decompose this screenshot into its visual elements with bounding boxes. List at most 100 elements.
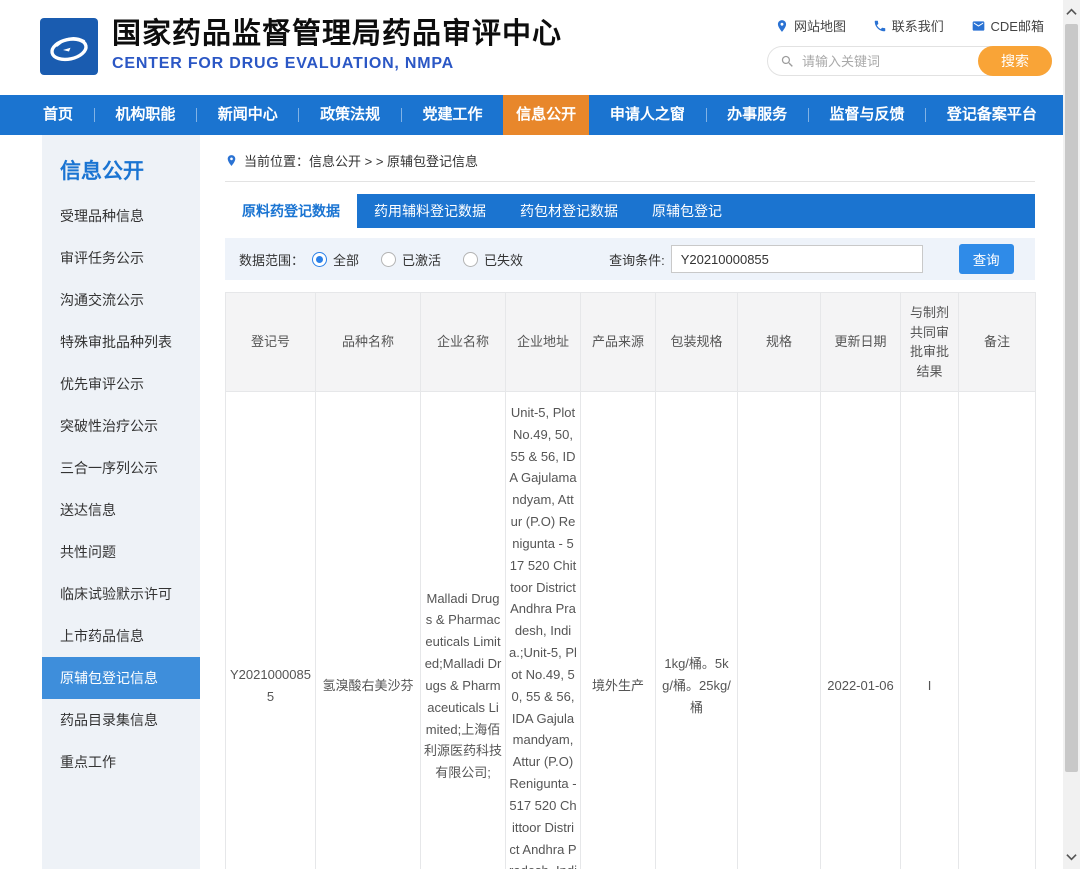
tab-excipient-registration[interactable]: 药用辅料登记数据 — [357, 194, 503, 228]
radio-activated[interactable] — [381, 252, 396, 267]
nav-separator — [706, 108, 707, 122]
nav-item-policy[interactable]: 政策法规 — [307, 95, 393, 135]
scroll-down-button[interactable] — [1063, 847, 1080, 867]
sidebar-item-clinical-trial-license[interactable]: 临床试验默示许可 — [42, 573, 200, 615]
cell-packaging-spec: 1kg/桶。5kg/桶。25kg/桶 — [656, 392, 738, 869]
search-button[interactable]: 搜索 — [978, 46, 1052, 76]
col-joint-review-result: 与制剂共同审批审批结果 — [901, 293, 959, 392]
nav-separator — [298, 108, 299, 122]
nav-item-home[interactable]: 首页 — [30, 95, 86, 135]
table-header-row: 登记号 品种名称 企业名称 企业地址 产品来源 包装规格 规格 更新日期 与制剂… — [226, 293, 1036, 392]
map-pin-icon — [775, 19, 789, 33]
radio-expired[interactable] — [463, 252, 478, 267]
cell-spec — [738, 392, 821, 869]
data-tabs: 原料药登记数据 药用辅料登记数据 药包材登记数据 原辅包登记 — [225, 194, 1035, 228]
nav-separator — [196, 108, 197, 122]
page: 国家药品监督管理局药品审评中心 CENTER FOR DRUG EVALUATI… — [0, 0, 1080, 869]
nav-separator — [94, 108, 95, 122]
sidebar-item-marketed-drugs[interactable]: 上市药品信息 — [42, 615, 200, 657]
sidebar-title: 信息公开 — [42, 155, 200, 195]
breadcrumb-text: 当前位置：信息公开 > > 原辅包登记信息 — [244, 151, 478, 170]
tab-raw-aux-pack[interactable]: 原辅包登记 — [635, 194, 739, 228]
chevron-up-icon — [1066, 8, 1077, 16]
scrollbar-thumb[interactable] — [1065, 24, 1078, 772]
sidebar-item-priority-review[interactable]: 优先审评公示 — [42, 363, 200, 405]
cell-company-address: Unit-5, Plot No.49, 50, 55 & 56, IDA Gaj… — [506, 392, 581, 869]
nav-item-functions[interactable]: 机构职能 — [102, 95, 188, 135]
results-table: 登记号 品种名称 企业名称 企业地址 产品来源 包装规格 规格 更新日期 与制剂… — [225, 292, 1036, 869]
sidebar-item-three-in-one[interactable]: 三合一序列公示 — [42, 447, 200, 489]
query-bar: 数据范围： 全部 已激活 已失效 查询条件: 查询 — [225, 238, 1035, 280]
scroll-up-button[interactable] — [1063, 2, 1080, 22]
breadcrumb: 当前位置：信息公开 > > 原辅包登记信息 — [225, 151, 1035, 182]
sidebar-item-common-issues[interactable]: 共性问题 — [42, 531, 200, 573]
col-update-date: 更新日期 — [821, 293, 901, 392]
tab-api-registration[interactable]: 原料药登记数据 — [225, 194, 357, 228]
sidebar-item-delivery-info[interactable]: 送达信息 — [42, 489, 200, 531]
cell-product-source: 境外生产 — [581, 392, 656, 869]
nav-item-services[interactable]: 办事服务 — [714, 95, 800, 135]
cell-joint-review-result: I — [901, 392, 959, 869]
nav-item-applicant[interactable]: 申请人之窗 — [597, 95, 698, 135]
sitemap-link[interactable]: 网站地图 — [775, 16, 846, 35]
cde-mail-link[interactable]: CDE邮箱 — [971, 16, 1044, 35]
nav-item-party[interactable]: 党建工作 — [409, 95, 495, 135]
sidebar-item-accepted-varieties[interactable]: 受理品种信息 — [42, 195, 200, 237]
sidebar: 信息公开 受理品种信息 审评任务公示 沟通交流公示 特殊审批品种列表 优先审评公… — [42, 135, 200, 869]
radio-all-label[interactable]: 全部 — [333, 250, 359, 269]
brand-text: 国家药品监督管理局药品审评中心 CENTER FOR DRUG EVALUATI… — [112, 18, 562, 73]
condition-label: 查询条件: — [609, 250, 665, 269]
nav-item-info-disclosure[interactable]: 信息公开 — [503, 95, 589, 135]
radio-activated-label[interactable]: 已激活 — [402, 250, 441, 269]
sidebar-item-raw-material-registration[interactable]: 原辅包登记信息 — [42, 657, 200, 699]
col-packaging-spec: 包装规格 — [656, 293, 738, 392]
scope-label: 数据范围： — [239, 250, 304, 269]
sidebar-item-key-work[interactable]: 重点工作 — [42, 741, 200, 783]
radio-expired-label[interactable]: 已失效 — [484, 250, 523, 269]
tab-packaging-registration[interactable]: 药包材登记数据 — [503, 194, 635, 228]
condition-input[interactable] — [671, 245, 923, 273]
header-right: 网站地图 联系我们 CDE邮箱 搜索 — [767, 16, 1052, 76]
nav-separator — [808, 108, 809, 122]
main-area: 信息公开 受理品种信息 审评任务公示 沟通交流公示 特殊审批品种列表 优先审评公… — [0, 135, 1080, 869]
cell-remarks — [959, 392, 1036, 869]
site-search: 搜索 — [767, 46, 1052, 76]
contact-link[interactable]: 联系我们 — [873, 16, 944, 35]
nav-item-supervision[interactable]: 监督与反馈 — [817, 95, 918, 135]
col-spec: 规格 — [738, 293, 821, 392]
sidebar-item-drug-catalog[interactable]: 药品目录集信息 — [42, 699, 200, 741]
radio-all[interactable] — [312, 252, 327, 267]
col-variety-name: 品种名称 — [316, 293, 421, 392]
nav-separator — [925, 108, 926, 122]
col-company-address: 企业地址 — [506, 293, 581, 392]
chevron-down-icon — [1066, 853, 1077, 861]
sidebar-item-breakthrough-therapy[interactable]: 突破性治疗公示 — [42, 405, 200, 447]
mail-icon — [971, 19, 986, 33]
search-input[interactable] — [802, 54, 952, 69]
nav-separator — [401, 108, 402, 122]
sidebar-item-special-approval[interactable]: 特殊审批品种列表 — [42, 321, 200, 363]
query-button[interactable]: 查询 — [959, 244, 1014, 274]
brand: 国家药品监督管理局药品审评中心 CENTER FOR DRUG EVALUATI… — [40, 18, 562, 75]
cde-mail-label: CDE邮箱 — [991, 16, 1044, 35]
col-company-name: 企业名称 — [421, 293, 506, 392]
cell-update-date: 2022-01-06 — [821, 392, 901, 869]
sidebar-item-communication[interactable]: 沟通交流公示 — [42, 279, 200, 321]
col-product-source: 产品来源 — [581, 293, 656, 392]
cell-registration-no: Y20210000855 — [226, 392, 316, 869]
cde-logo — [40, 18, 98, 75]
col-registration-no: 登记号 — [226, 293, 316, 392]
cell-company-name: Malladi Drugs & Pharmaceuticals Limited;… — [421, 392, 506, 869]
content: 当前位置：信息公开 > > 原辅包登记信息 原料药登记数据 药用辅料登记数据 药… — [225, 151, 1035, 869]
nav-item-registration-platform[interactable]: 登记备案平台 — [934, 95, 1050, 135]
vertical-scrollbar[interactable] — [1063, 0, 1080, 869]
cell-variety-name: 氢溴酸右美沙芬 — [316, 392, 421, 869]
table-row[interactable]: Y20210000855 氢溴酸右美沙芬 Malladi Drugs & Pha… — [226, 392, 1036, 869]
phone-icon — [873, 19, 887, 33]
site-subtitle: CENTER FOR DRUG EVALUATION, NMPA — [112, 55, 562, 73]
nav-item-news[interactable]: 新闻中心 — [205, 95, 291, 135]
col-remarks: 备注 — [959, 293, 1036, 392]
site-header: 国家药品监督管理局药品审评中心 CENTER FOR DRUG EVALUATI… — [0, 0, 1080, 95]
contact-label: 联系我们 — [892, 16, 944, 35]
sidebar-item-review-tasks[interactable]: 审评任务公示 — [42, 237, 200, 279]
